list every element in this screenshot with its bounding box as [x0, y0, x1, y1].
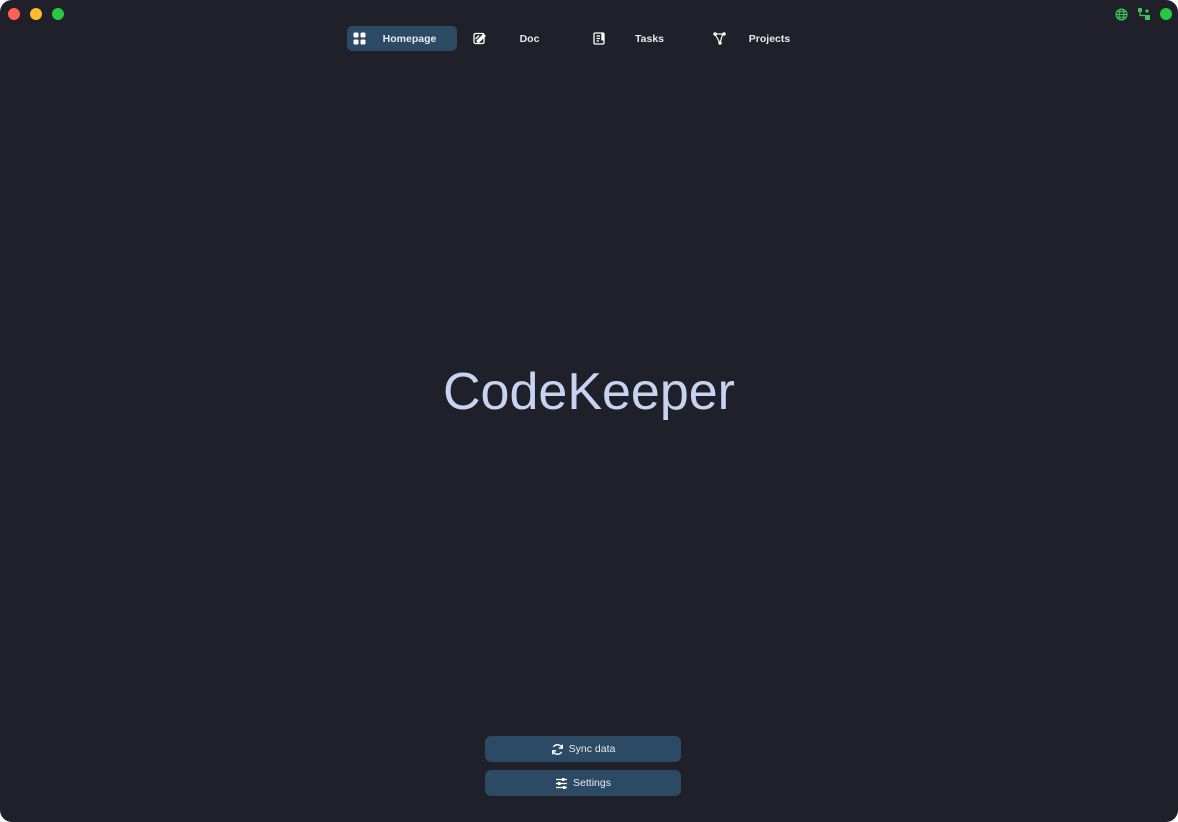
- nav-label-projects: Projects: [748, 32, 791, 45]
- window-controls: [8, 8, 64, 20]
- maximize-window-button[interactable]: [52, 8, 64, 20]
- status-area: [1114, 7, 1172, 21]
- settings-label: Settings: [573, 777, 611, 789]
- network-icon[interactable]: [1137, 7, 1151, 21]
- nav-item-tasks[interactable]: Tasks: [587, 26, 697, 51]
- minimize-window-button[interactable]: [30, 8, 42, 20]
- nav-label-homepage: Homepage: [382, 32, 437, 45]
- edit-doc-icon: [472, 32, 486, 46]
- nav-item-homepage[interactable]: Homepage: [347, 26, 457, 51]
- refresh-icon: [551, 743, 564, 756]
- tasks-icon: [592, 32, 606, 46]
- globe-icon[interactable]: [1114, 7, 1128, 21]
- settings-button[interactable]: Settings: [485, 770, 681, 796]
- nav-label-doc: Doc: [519, 32, 540, 45]
- nav-item-doc[interactable]: Doc: [467, 26, 577, 51]
- app-title: CodeKeeper: [443, 363, 735, 421]
- close-window-button[interactable]: [8, 8, 20, 20]
- nav-label-tasks: Tasks: [635, 32, 664, 45]
- app-window: Homepage Doc Tasks Projects CodeKeeper S…: [0, 0, 1178, 822]
- nav-item-projects[interactable]: Projects: [707, 26, 817, 51]
- top-nav: Homepage Doc Tasks Projects: [347, 26, 817, 51]
- grid-icon: [352, 32, 366, 46]
- graph-icon: [712, 32, 726, 46]
- sync-data-label: Sync data: [568, 743, 616, 755]
- sliders-icon: [555, 777, 568, 790]
- connection-status-dot: [1160, 8, 1172, 20]
- sync-data-button[interactable]: Sync data: [485, 736, 681, 762]
